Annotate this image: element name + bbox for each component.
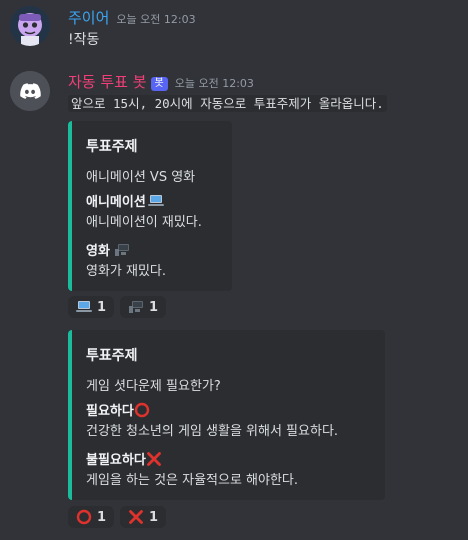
reaction-bar: 1 1: [68, 296, 167, 318]
embed-field-value: 건강한 청소년의 게임 생활을 위해서 필요하다.: [86, 424, 339, 439]
reaction-red-circle[interactable]: 1: [68, 506, 115, 528]
reaction-count: 1: [149, 299, 159, 315]
field-name-text: 불필요하다: [86, 453, 146, 468]
desktop-icon: [114, 242, 130, 258]
embed-field-name: 필요하다: [86, 400, 150, 419]
embed-field-name: 불필요하다: [86, 449, 162, 468]
reaction-count: 1: [97, 299, 107, 315]
avatar-user[interactable]: [10, 6, 50, 46]
laptop-icon: [76, 299, 92, 315]
message-user: 주이어 오늘 오전 12:03 !작동: [0, 0, 468, 60]
bot-tag: 봇: [150, 77, 168, 91]
discord-logo-icon: [10, 71, 50, 111]
avatar-bot[interactable]: [10, 71, 50, 111]
embed-description: 애니메이션 VS 영화: [86, 170, 196, 185]
embed-description: 게임 셧다운제 필요한가?: [86, 379, 221, 394]
embed-field-value: 영화가 재밌다.: [86, 264, 167, 279]
desktop-icon: [128, 299, 144, 315]
red-x-icon: [128, 509, 144, 525]
reaction-count: 1: [149, 509, 159, 525]
message-text: !작동: [68, 32, 100, 48]
embed-poll-1: 투표주제 애니메이션 VS 영화 애니메이션 애니메이션이 재밌다. 영화 영화…: [68, 121, 232, 291]
inline-code: 앞으로 15시, 20시에 자동으로 투표주제가 올라옵니다.: [68, 95, 387, 112]
reaction-desktop[interactable]: 1: [120, 296, 167, 318]
red-circle-icon: [134, 402, 150, 418]
embed-title: 투표주제: [86, 348, 138, 364]
embed-poll-2: 투표주제 게임 셧다운제 필요한가? 필요하다 건강한 청소년의 게임 생활을 …: [68, 330, 385, 500]
reaction-laptop[interactable]: 1: [68, 296, 115, 318]
embed-field-name: 애니메이션: [86, 191, 164, 210]
embed-field-name: 영화: [86, 240, 130, 259]
author-name[interactable]: 주이어: [68, 7, 109, 28]
reaction-bar: 1 1: [68, 506, 167, 528]
message-header: 주이어 오늘 오전 12:03: [68, 7, 196, 28]
avatar-image: [10, 6, 50, 46]
embed-field-value: 게임을 하는 것은 자율적으로 해야한다.: [86, 473, 299, 488]
message-bot: 자동 투표 봇 봇 오늘 오전 12:03 앞으로 15시, 20시에 자동으로…: [0, 64, 468, 534]
message-header: 자동 투표 봇 봇 오늘 오전 12:03: [68, 71, 254, 92]
field-name-text: 필요하다: [86, 404, 134, 419]
message-text: 앞으로 15시, 20시에 자동으로 투표주제가 올라옵니다.: [68, 93, 387, 112]
embed-field-value: 애니메이션이 재밌다.: [86, 215, 202, 230]
reaction-count: 1: [97, 509, 107, 525]
reaction-red-x[interactable]: 1: [120, 506, 167, 528]
field-name-text: 영화: [86, 244, 110, 259]
field-name-text: 애니메이션: [86, 195, 146, 210]
timestamp: 오늘 오전 12:03: [174, 77, 254, 90]
laptop-icon: [147, 193, 164, 209]
embed-title: 투표주제: [86, 139, 138, 155]
red-circle-icon: [76, 509, 92, 525]
red-x-icon: [146, 451, 162, 467]
timestamp: 오늘 오전 12:03: [116, 13, 196, 26]
author-name[interactable]: 자동 투표 봇: [68, 71, 147, 92]
